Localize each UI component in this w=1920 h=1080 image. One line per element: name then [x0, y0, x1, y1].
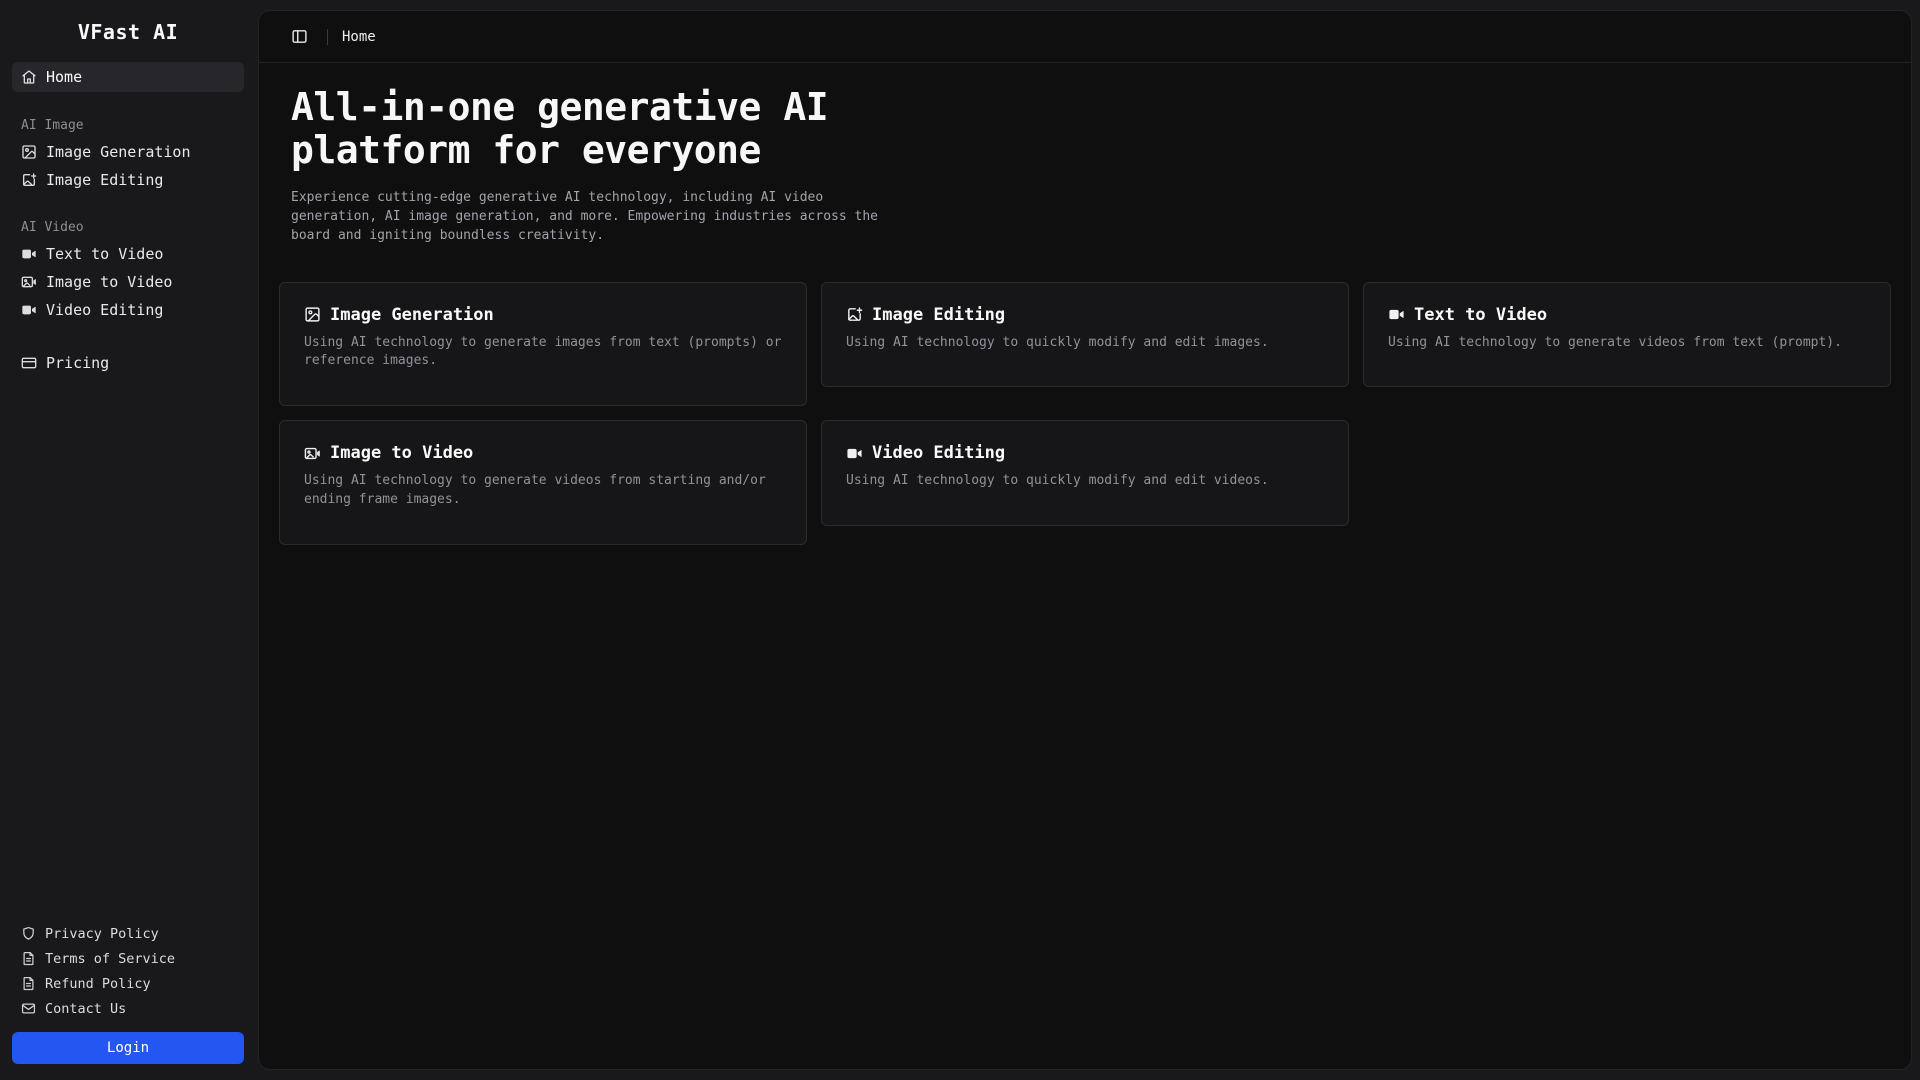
- card-title: Image Generation: [304, 305, 784, 325]
- sidebar-item-text-to-video[interactable]: Text to Video: [12, 240, 244, 268]
- sidebar-footer-links: Privacy Policy Terms of Service Refund P…: [12, 924, 244, 1018]
- footer-link-label: Terms of Service: [45, 951, 175, 967]
- sidebar: VFast AI Home AI Image Image Generation …: [0, 0, 256, 1080]
- video-icon: [1388, 306, 1405, 323]
- image-plus-icon: [846, 306, 863, 323]
- card-image-editing[interactable]: Image Editing Using AI technology to qui…: [821, 282, 1349, 388]
- house-icon: [21, 69, 37, 85]
- image-icon: [304, 306, 321, 323]
- card-text-to-video[interactable]: Text to Video Using AI technology to gen…: [1363, 282, 1891, 388]
- link-privacy-policy[interactable]: Privacy Policy: [12, 924, 244, 943]
- image-video-icon: [21, 274, 37, 290]
- footer-link-label: Privacy Policy: [45, 926, 159, 942]
- card-title: Image to Video: [304, 443, 784, 463]
- sidebar-item-pricing[interactable]: Pricing: [12, 348, 244, 378]
- card-title-label: Image to Video: [330, 443, 473, 463]
- sidebar-group-label: AI Video: [12, 214, 244, 240]
- shield-icon: [21, 926, 36, 941]
- card-title: Image Editing: [846, 305, 1326, 325]
- video-icon: [846, 445, 863, 462]
- sidebar-item-label: Video Editing: [46, 301, 163, 319]
- sidebar-item-label: Image to Video: [46, 273, 172, 291]
- sidebar-group-ai-image: AI Image Image Generation Image Editing: [12, 112, 244, 194]
- sidebar-item-label: Text to Video: [46, 245, 163, 263]
- card-title: Text to Video: [1388, 305, 1868, 325]
- image-icon: [21, 144, 37, 160]
- footer-link-label: Refund Policy: [45, 976, 151, 992]
- sidebar-item-label: Home: [46, 68, 82, 86]
- page-title: All-in-one generative AI platform for ev…: [291, 86, 891, 171]
- image-plus-icon: [21, 172, 37, 188]
- link-contact-us[interactable]: Contact Us: [12, 999, 244, 1018]
- main-header: Home: [259, 11, 1911, 63]
- link-terms-of-service[interactable]: Terms of Service: [12, 949, 244, 968]
- app-logo[interactable]: VFast AI: [12, 12, 244, 54]
- page-description: Experience cutting-edge generative AI te…: [291, 189, 911, 246]
- sidebar-item-label: Image Generation: [46, 143, 191, 161]
- card-description: Using AI technology to generate images f…: [304, 334, 784, 372]
- image-video-icon: [304, 445, 321, 462]
- card-description: Using AI technology to generate videos f…: [1388, 334, 1868, 353]
- card-title-label: Image Editing: [872, 305, 1005, 325]
- card-title-label: Image Generation: [330, 305, 494, 325]
- breadcrumb[interactable]: Home: [342, 29, 376, 45]
- sidebar-item-video-editing[interactable]: Video Editing: [12, 296, 244, 324]
- file-text-icon: [21, 951, 36, 966]
- sidebar-item-image-editing[interactable]: Image Editing: [12, 166, 244, 194]
- panel-left-icon: [291, 28, 308, 45]
- card-description: Using AI technology to quickly modify an…: [846, 334, 1326, 353]
- sidebar-item-label: Image Editing: [46, 171, 163, 189]
- sidebar-spacer: [12, 378, 244, 924]
- login-button[interactable]: Login: [12, 1032, 244, 1064]
- credit-card-icon: [21, 355, 37, 371]
- card-title-label: Video Editing: [872, 443, 1005, 463]
- card-description: Using AI technology to quickly modify an…: [846, 472, 1326, 491]
- mail-icon: [21, 1001, 36, 1016]
- main-panel: Home All-in-one generative AI platform f…: [258, 10, 1912, 1070]
- breadcrumb-divider: [327, 29, 328, 45]
- footer-link-label: Contact Us: [45, 1001, 126, 1017]
- card-video-editing[interactable]: Video Editing Using AI technology to qui…: [821, 420, 1349, 526]
- card-title-label: Text to Video: [1414, 305, 1547, 325]
- card-title: Video Editing: [846, 443, 1326, 463]
- video-icon: [21, 246, 37, 262]
- sidebar-toggle-button[interactable]: [285, 23, 313, 51]
- feature-cards-grid: Image Generation Using AI technology to …: [279, 282, 1891, 545]
- file-text-icon: [21, 976, 36, 991]
- sidebar-group-label: AI Image: [12, 112, 244, 138]
- sidebar-item-image-to-video[interactable]: Image to Video: [12, 268, 244, 296]
- sidebar-group-pricing: Pricing: [12, 348, 244, 378]
- sidebar-nav: Home AI Image Image Generation Image Edi…: [12, 62, 244, 378]
- card-description: Using AI technology to generate videos f…: [304, 472, 784, 510]
- sidebar-item-image-generation[interactable]: Image Generation: [12, 138, 244, 166]
- sidebar-item-label: Pricing: [46, 354, 109, 372]
- main-content: All-in-one generative AI platform for ev…: [259, 63, 1911, 1069]
- link-refund-policy[interactable]: Refund Policy: [12, 974, 244, 993]
- sidebar-item-home[interactable]: Home: [12, 62, 244, 92]
- card-image-to-video[interactable]: Image to Video Using AI technology to ge…: [279, 420, 807, 545]
- card-image-generation[interactable]: Image Generation Using AI technology to …: [279, 282, 807, 407]
- sidebar-group-ai-video: AI Video Text to Video Image to Video Vi…: [12, 214, 244, 324]
- hero-section: All-in-one generative AI platform for ev…: [291, 86, 1891, 246]
- video-icon: [21, 302, 37, 318]
